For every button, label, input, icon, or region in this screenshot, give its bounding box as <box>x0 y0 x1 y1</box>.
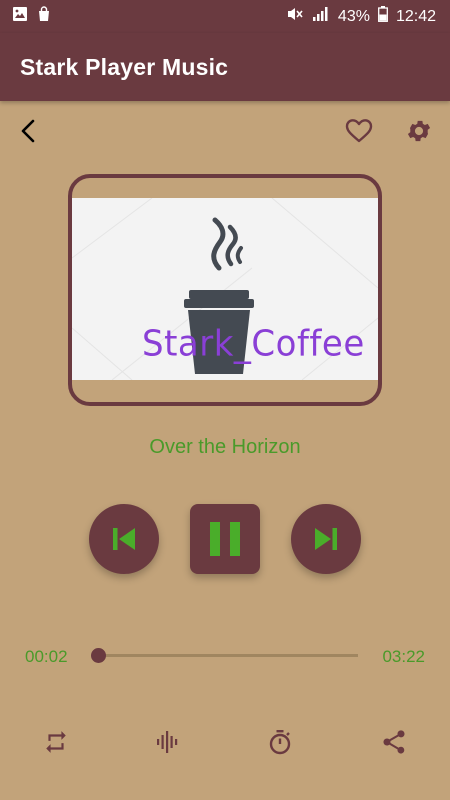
status-left-icons <box>12 6 52 27</box>
status-right-icons: 43% 12:42 <box>286 6 436 27</box>
track-title: Over the Horizon <box>149 436 301 458</box>
equalizer-button[interactable] <box>148 722 188 762</box>
back-arrow-icon <box>21 119 35 143</box>
album-brand-text: Stark_Coffee <box>142 323 365 365</box>
album-art: Stark_Coffee <box>68 174 382 406</box>
app-title: Stark Player Music <box>20 53 229 80</box>
seek-bar-thumb[interactable] <box>90 648 106 663</box>
bag-icon <box>36 6 52 27</box>
next-button[interactable] <box>291 504 361 574</box>
skip-next-icon <box>315 528 337 550</box>
pause-button[interactable] <box>190 504 260 574</box>
battery-level: 43% <box>337 7 370 25</box>
share-button[interactable] <box>374 722 414 762</box>
skip-previous-icon <box>113 528 135 550</box>
gear-icon <box>407 120 431 142</box>
battery-icon <box>378 6 388 27</box>
previous-button[interactable] <box>89 504 159 574</box>
total-time: 03:22 <box>382 647 425 666</box>
mute-icon <box>286 6 304 27</box>
album-image: Stark_Coffee <box>72 198 378 380</box>
status-bar: 43% 12:42 <box>0 0 450 33</box>
clock: 12:42 <box>395 7 436 25</box>
seek-bar[interactable] <box>90 648 358 663</box>
settings-button[interactable] <box>402 114 436 148</box>
repeat-button[interactable] <box>36 722 76 762</box>
equalizer-icon <box>157 731 178 753</box>
pause-icon <box>210 522 240 556</box>
timer-icon <box>269 730 291 755</box>
heart-icon <box>345 119 373 143</box>
app-bar: Stark Player Music <box>0 33 450 101</box>
elapsed-time: 00:02 <box>25 647 68 666</box>
share-icon <box>383 730 405 754</box>
favorite-button[interactable] <box>342 114 376 148</box>
back-button[interactable] <box>12 114 46 148</box>
player-screen: 43% 12:42 Stark Player Music Stark_Coffe… <box>0 0 450 800</box>
signal-icon <box>312 6 330 27</box>
image-icon <box>12 6 28 27</box>
repeat-icon <box>46 731 66 753</box>
sleep-timer-button[interactable] <box>260 722 300 762</box>
